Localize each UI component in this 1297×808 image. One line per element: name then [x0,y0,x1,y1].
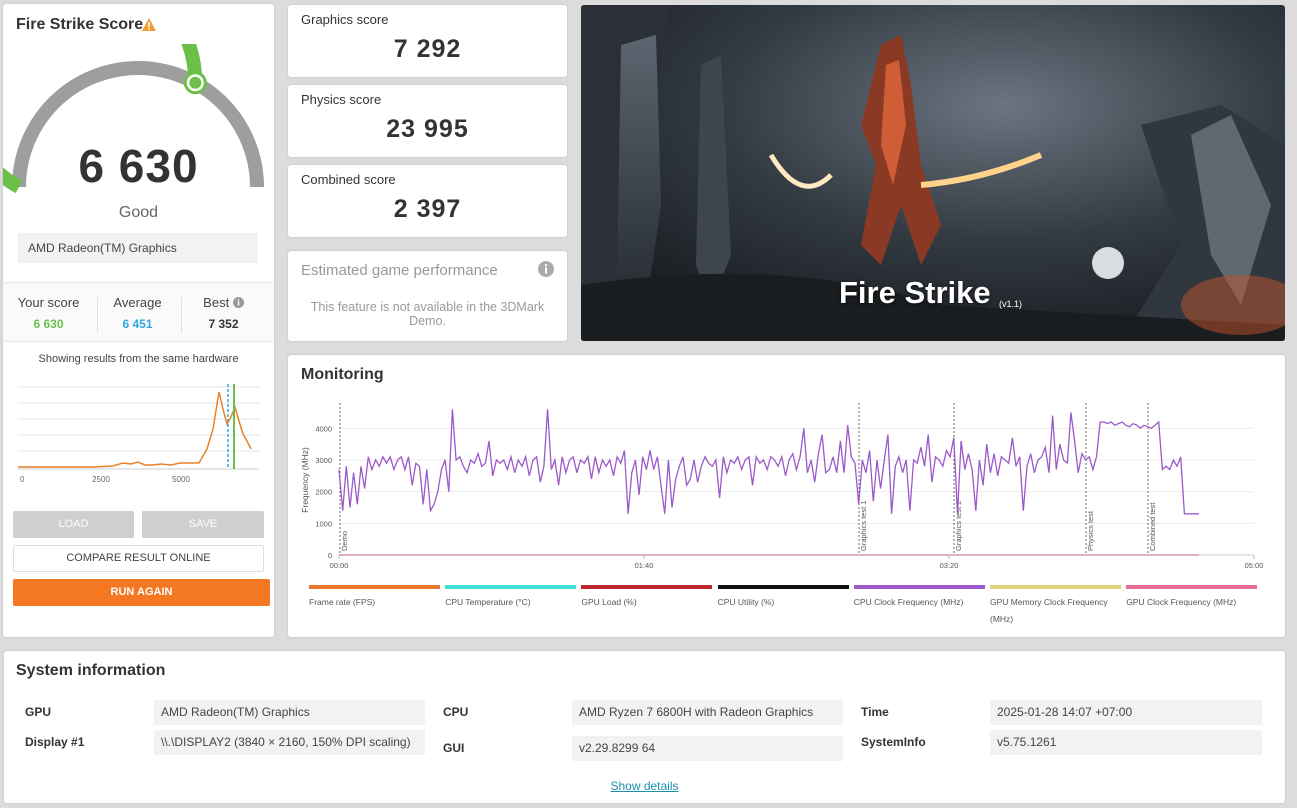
your-score-col: Your score 6 630 [6,295,91,331]
phase-marker-label: Graphics test 2 [954,501,963,551]
y-tick-label: 3000 [315,456,332,465]
score-rating: Good [118,204,159,221]
main-score: 6 630 [78,140,199,192]
show-details-link[interactable]: Show details [4,779,1285,793]
legend-color-swatch [1126,585,1258,589]
info-icon[interactable] [538,261,554,277]
compare-online-button[interactable]: COMPARE RESULT ONLINE [13,545,264,572]
same-hardware-note: Showing results from the same hardware [38,353,239,365]
best-label-wrap: Best [181,295,266,310]
legend-label: CPU Temperature (°C) [445,597,531,607]
estimated-performance-title: Estimated game performance [301,262,498,279]
legend-label: Frame rate (FPS) [309,597,376,607]
legend-label: GPU Clock Frequency (MHz) [1126,597,1237,607]
system-information-panel: System information GPU AMD Radeon(TM) Gr… [4,651,1285,803]
y-tick-label: 4000 [315,424,332,433]
benchmark-hero-image: Fire Strike (v1.1) [581,5,1285,341]
y-tick-label: 0 [328,551,332,560]
graphics-score-value: 7 292 [393,35,462,63]
systeminfo-label: SystemInfo [861,735,926,749]
legend-color-swatch [309,585,440,589]
combined-score-card: Combined score 2 397 [288,165,567,237]
phase-marker-label: Demo [340,531,349,551]
display-label: Display #1 [25,735,85,749]
display-value: \\.\DISPLAY2 (3840 × 2160, 150% DPI scal… [154,730,425,755]
warning-icon[interactable] [141,17,157,32]
legend-item[interactable]: GPU Clock Frequency (MHz) [1126,585,1258,611]
phase-marker-label: Physics test [1086,510,1095,551]
best-label: Best [203,295,230,310]
best-score-col: Best 7 352 [181,295,266,331]
gpu-value: AMD Radeon(TM) Graphics [154,700,425,725]
physics-score-value: 23 995 [386,115,469,143]
y-axis-label: Frequency (MHz) [300,447,310,513]
legend-label: GPU Load (%) [581,597,637,607]
score-panel: Fire Strike Score 6 630 Good AMD Radeon(… [3,4,274,637]
combined-score-label: Combined score [301,172,396,187]
legend-item[interactable]: GPU Memory Clock Frequency (MHz) [990,585,1121,628]
score-title: Fire Strike Score [16,16,144,33]
phase-marker-label: Graphics test 1 [859,501,868,551]
y-tick-label: 1000 [315,519,332,528]
legend-label: CPU Utility (%) [717,597,775,607]
legend-item[interactable]: CPU Temperature (°C) [445,585,577,611]
x-tick-label: 05:00 [1245,561,1264,570]
legend-item[interactable]: Frame rate (FPS) [309,585,440,611]
series-line [338,409,1199,515]
best-value: 7 352 [208,317,239,331]
distribution-tick: 0 [20,475,25,484]
gui-value: v2.29.8299 64 [572,736,843,761]
your-score-value: 6 630 [33,317,64,331]
legend-label: GPU Memory Clock Frequency (MHz) [990,597,1108,624]
time-value: 2025-01-28 14:07 +07:00 [990,700,1262,725]
average-label: Average [113,295,162,310]
gpu-name-box: AMD Radeon(TM) Graphics [18,233,258,263]
time-label: Time [861,705,889,719]
estimated-performance-message: This feature is not available in the 3DM… [310,300,545,328]
load-button[interactable]: LOAD [13,511,134,538]
monitoring-title: Monitoring [301,366,384,383]
legend-color-swatch [853,585,985,589]
score-comparison-row: Your score 6 630 Average 6 451 Best 7 35… [3,282,274,342]
legend-label: CPU Clock Frequency (MHz) [853,597,964,607]
cpu-label: CPU [443,705,469,719]
system-information-title: System information [16,662,166,679]
distribution-tick: 5000 [172,475,190,484]
graphics-score-card: Graphics score 7 292 [288,5,567,77]
legend-item[interactable]: CPU Clock Frequency (MHz) [853,585,985,611]
systeminfo-value: v5.75.1261 [990,730,1262,755]
phase-marker-label: Combined test [1148,502,1157,551]
benchmark-version: (v1.1) [999,299,1023,309]
distribution-tick: 2500 [92,475,110,484]
cpu-value: AMD Ryzen 7 6800H with Radeon Graphics [572,700,843,725]
graphics-score-label: Graphics score [301,12,389,27]
run-again-button[interactable]: RUN AGAIN [13,579,270,606]
gui-label: GUI [443,741,465,755]
estimated-performance-card: Estimated game performance This feature … [288,251,567,341]
legend-color-swatch [990,585,1121,589]
x-tick-label: 01:40 [635,561,654,570]
legend-item[interactable]: CPU Utility (%) [717,585,849,611]
legend-color-swatch [581,585,713,589]
combined-score-value: 2 397 [393,195,462,223]
physics-score-card: Physics score 23 995 [288,85,567,157]
monitoring-panel: Monitoring Demo Graphics test 1 Graphics t… [288,355,1285,637]
score-distribution-chart: 0 2500 5000 [18,384,259,484]
legend-item[interactable]: GPU Load (%) [581,585,713,611]
physics-score-label: Physics score [301,92,382,107]
your-score-label: Your score [17,295,80,310]
legend-color-swatch [445,585,577,589]
monitoring-chart: Demo Graphics test 1 Graphics test 2 Physic… [300,403,1264,570]
info-icon[interactable] [232,297,244,308]
gpu-label: GPU [25,705,52,719]
benchmark-title: Fire Strike [839,275,991,310]
average-value: 6 451 [122,317,153,331]
legend-color-swatch [717,585,849,589]
gauge-knob-center [189,76,202,89]
save-button[interactable]: SAVE [142,511,264,538]
x-tick-label: 00:00 [330,561,349,570]
average-score-col: Average 6 451 [95,295,180,331]
y-tick-label: 2000 [315,488,332,497]
x-tick-label: 03:20 [940,561,959,570]
